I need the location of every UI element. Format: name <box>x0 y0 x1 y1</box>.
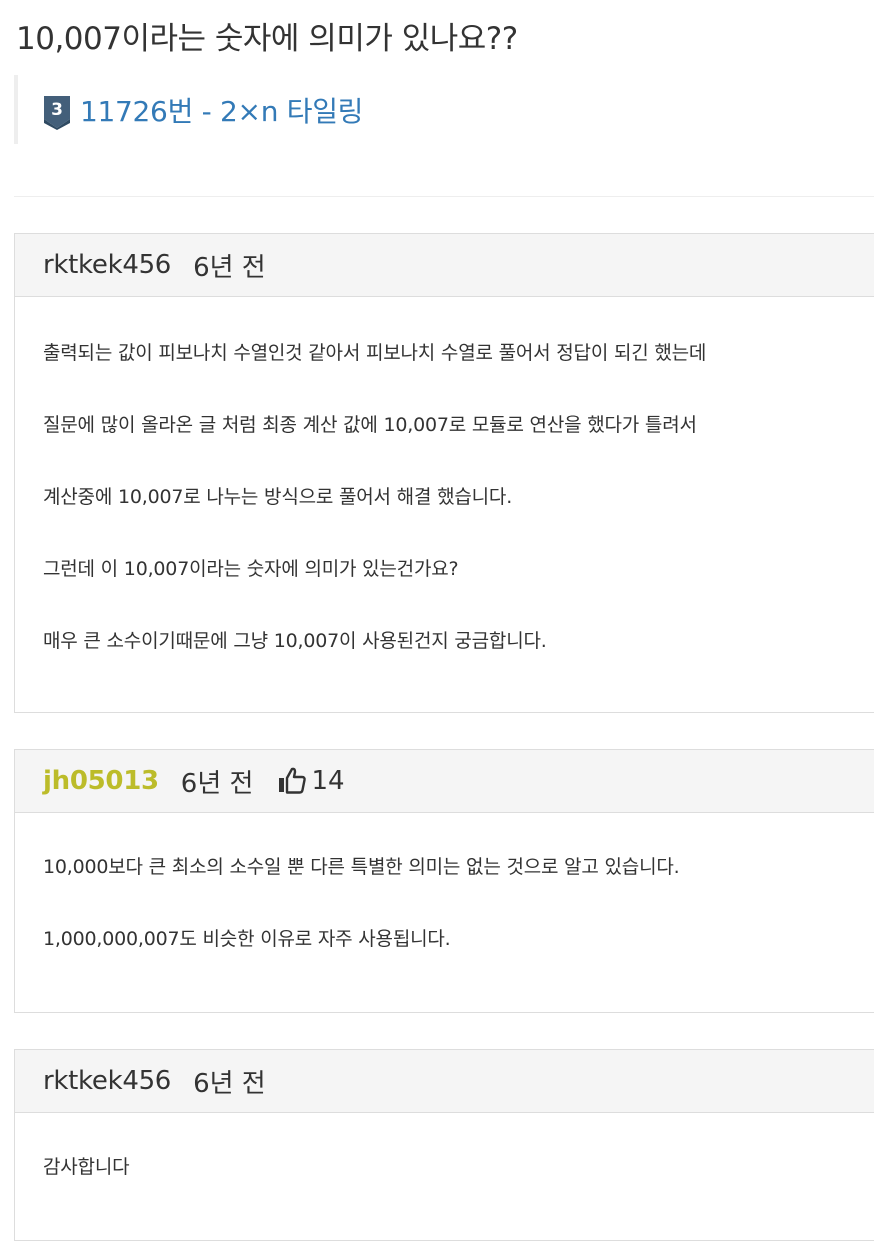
post-paragraph: 출력되는 값이 피보나치 수열인것 같아서 피보나치 수열로 풀어서 정답이 되… <box>43 342 707 364</box>
author-link[interactable]: jh05013 <box>43 766 159 796</box>
post-answer: jh05013 6년 전 14 10,000보다 큰 최소의 소수일 뿐 다른 … <box>14 749 874 1013</box>
question-title: 10,007이라는 숫자에 의미가 있나요?? <box>16 21 518 57</box>
post-paragraph: 그런데 이 10,007이라는 숫자에 의미가 있는건가요? <box>43 558 459 580</box>
post-body: 10,000보다 큰 최소의 소수일 뿐 다른 특별한 의미는 없는 것으로 알… <box>15 813 874 953</box>
post-header: rktkek456 6년 전 <box>15 234 874 297</box>
like-count: 14 <box>311 766 345 796</box>
post-time[interactable]: 6년 전 <box>181 763 254 800</box>
post-paragraph: 1,000,000,007도 비슷한 이유로 자주 사용됩니다. <box>43 928 451 950</box>
thumbs-up-icon <box>279 767 307 794</box>
post-paragraph: 매우 큰 소수이기때문에 그냥 10,007이 사용된건지 궁금합니다. <box>43 630 547 652</box>
post-time[interactable]: 6년 전 <box>193 247 266 284</box>
post-reply: rktkek456 6년 전 감사합니다 <box>14 1049 874 1241</box>
problem-reference: 3 11726번 - 2×n 타일링 <box>14 75 363 144</box>
author-link[interactable]: rktkek456 <box>43 250 171 280</box>
tier-number: 3 <box>51 100 63 120</box>
post-paragraph: 질문에 많이 올라온 글 처럼 최종 계산 값에 10,007로 모듈로 연산을… <box>43 414 697 436</box>
post-paragraph: 감사합니다 <box>43 1156 130 1178</box>
like-button[interactable]: 14 <box>277 766 345 796</box>
post-question: rktkek456 6년 전 출력되는 값이 피보나치 수열인것 같아서 피보나… <box>14 233 874 713</box>
problem-link[interactable]: 11726번 - 2×n 타일링 <box>80 90 363 130</box>
post-paragraph: 10,000보다 큰 최소의 소수일 뿐 다른 특별한 의미는 없는 것으로 알… <box>43 856 680 878</box>
post-paragraph: 계산중에 10,007로 나누는 방식으로 풀어서 해결 했습니다. <box>43 486 513 508</box>
post-time[interactable]: 6년 전 <box>193 1063 266 1100</box>
page: 10,007이라는 숫자에 의미가 있나요?? 3 11726번 - 2×n 타… <box>0 0 874 1258</box>
post-header: jh05013 6년 전 14 <box>15 750 874 813</box>
post-body: 감사합니다 <box>15 1113 874 1181</box>
post-body: 출력되는 값이 피보나치 수열인것 같아서 피보나치 수열로 풀어서 정답이 되… <box>15 297 874 655</box>
author-link[interactable]: rktkek456 <box>43 1066 171 1096</box>
post-header: rktkek456 6년 전 <box>15 1050 874 1113</box>
tier-badge-icon: 3 <box>44 95 70 130</box>
divider <box>14 196 874 197</box>
